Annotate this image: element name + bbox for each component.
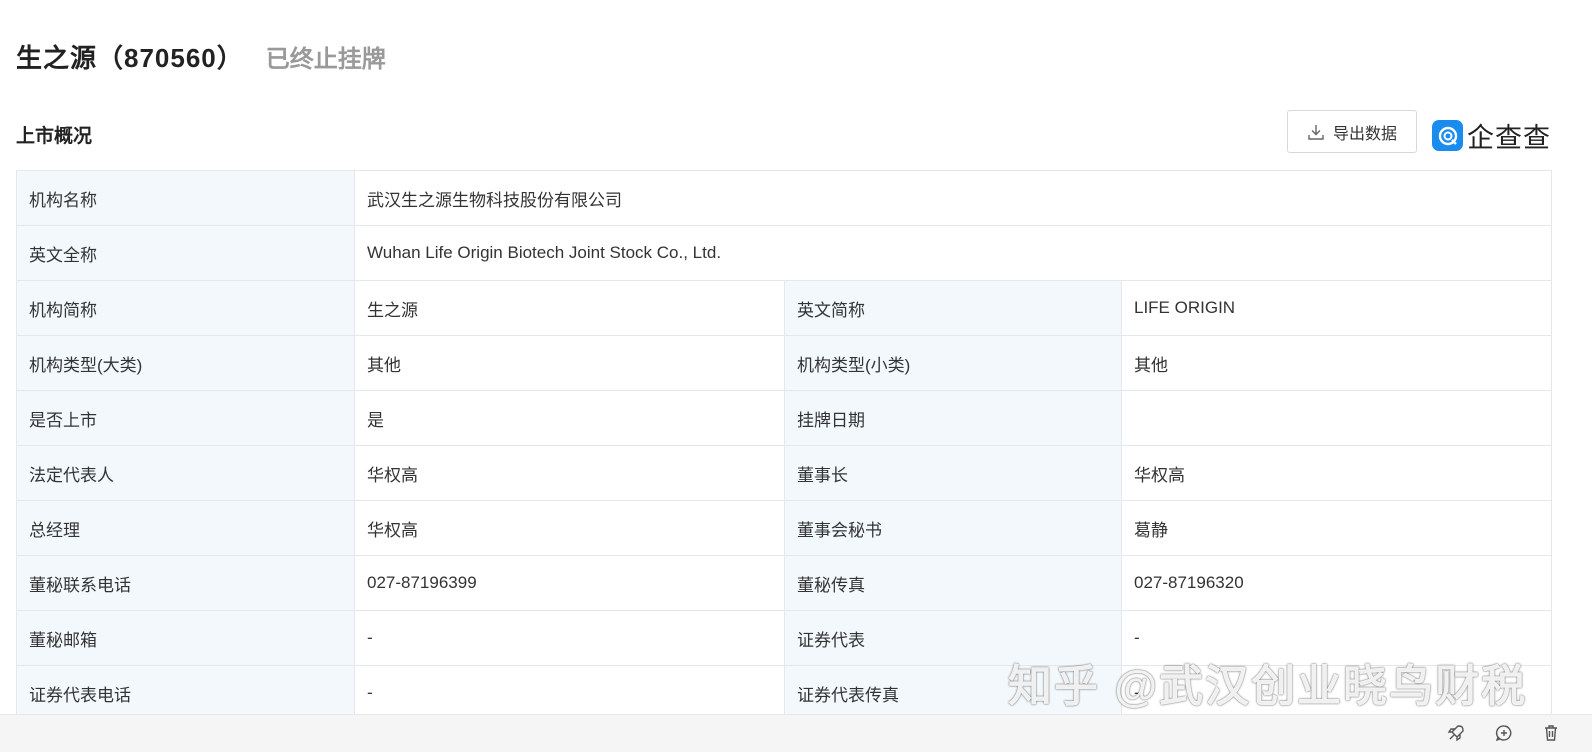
field-label: 机构名称 [16,170,355,226]
field-label: 是否上市 [16,390,355,446]
watermark: 知乎 @武汉创业晓鸟财税 [1008,662,1528,711]
field-value: 是 [354,390,785,446]
trash-icon[interactable] [1541,723,1561,743]
export-data-label: 导出数据 [1332,125,1397,143]
table-row: 法定代表人 华权高 董事长 华权高 [16,445,1553,501]
field-label: 董秘联系电话 [16,555,355,611]
brand-name: 企查查 [1467,123,1551,153]
qcc-logo-icon [1432,120,1463,151]
field-value: 027-87196399 [354,555,785,611]
field-value [1120,390,1553,446]
bottom-toolbar [0,714,1592,752]
status-badge: 已终止挂牌 [265,46,386,73]
table-row: 英文全称 Wuhan Life Origin Biotech Joint Sto… [16,225,1553,281]
field-label: 董事长 [784,445,1122,501]
listing-overview-table: 机构名称 武汉生之源生物科技股份有限公司 英文全称 Wuhan Life Ori… [16,170,1553,721]
field-label: 英文简称 [784,280,1122,336]
table-row: 机构类型(大类) 其他 机构类型(小类) 其他 [16,335,1553,391]
field-label: 机构简称 [16,280,355,336]
table-row: 是否上市 是 挂牌日期 [16,390,1553,446]
field-value: 其他 [1120,335,1553,391]
field-label: 机构类型(大类) [16,335,355,391]
field-label: 机构类型(小类) [784,335,1122,391]
field-value: 华权高 [354,500,785,556]
field-label: 挂牌日期 [784,390,1122,446]
field-label: 董秘传真 [784,555,1122,611]
add-comment-icon[interactable] [1494,723,1514,743]
field-value: 华权高 [1120,445,1553,501]
field-value: 027-87196320 [1120,555,1553,611]
table-row: 机构名称 武汉生之源生物科技股份有限公司 [16,170,1553,226]
table-row: 机构简称 生之源 英文简称 LIFE ORIGIN [16,280,1553,336]
field-label: 证券代表电话 [16,665,355,721]
table-row: 总经理 华权高 董事会秘书 葛静 [16,500,1553,556]
company-title: 生之源（870560） [16,43,244,73]
field-value: Wuhan Life Origin Biotech Joint Stock Co… [353,225,1553,281]
field-value: 其他 [354,335,785,391]
table-row: 董秘联系电话 027-87196399 董秘传真 027-87196320 [16,555,1553,611]
export-data-button[interactable]: 导出数据 [1287,110,1417,153]
field-value: - [354,665,785,721]
field-value: LIFE ORIGIN [1120,280,1553,336]
field-value: 葛静 [1120,500,1553,556]
field-label: 董秘邮箱 [16,610,355,666]
field-label: 法定代表人 [16,445,355,501]
field-label: 英文全称 [16,225,355,281]
section-title: 上市概况 [16,126,93,147]
field-label: 董事会秘书 [784,500,1122,556]
field-value: 武汉生之源生物科技股份有限公司 [353,170,1553,226]
field-label: 总经理 [16,500,355,556]
field-value: 生之源 [354,280,785,336]
page-header: 生之源（870560） 已终止挂牌 [16,38,386,75]
field-value: - [354,610,785,666]
download-icon [1308,124,1324,140]
brand-logo: 企查查 [1432,116,1551,155]
rocket-icon[interactable] [1446,723,1466,743]
field-value: 华权高 [354,445,785,501]
